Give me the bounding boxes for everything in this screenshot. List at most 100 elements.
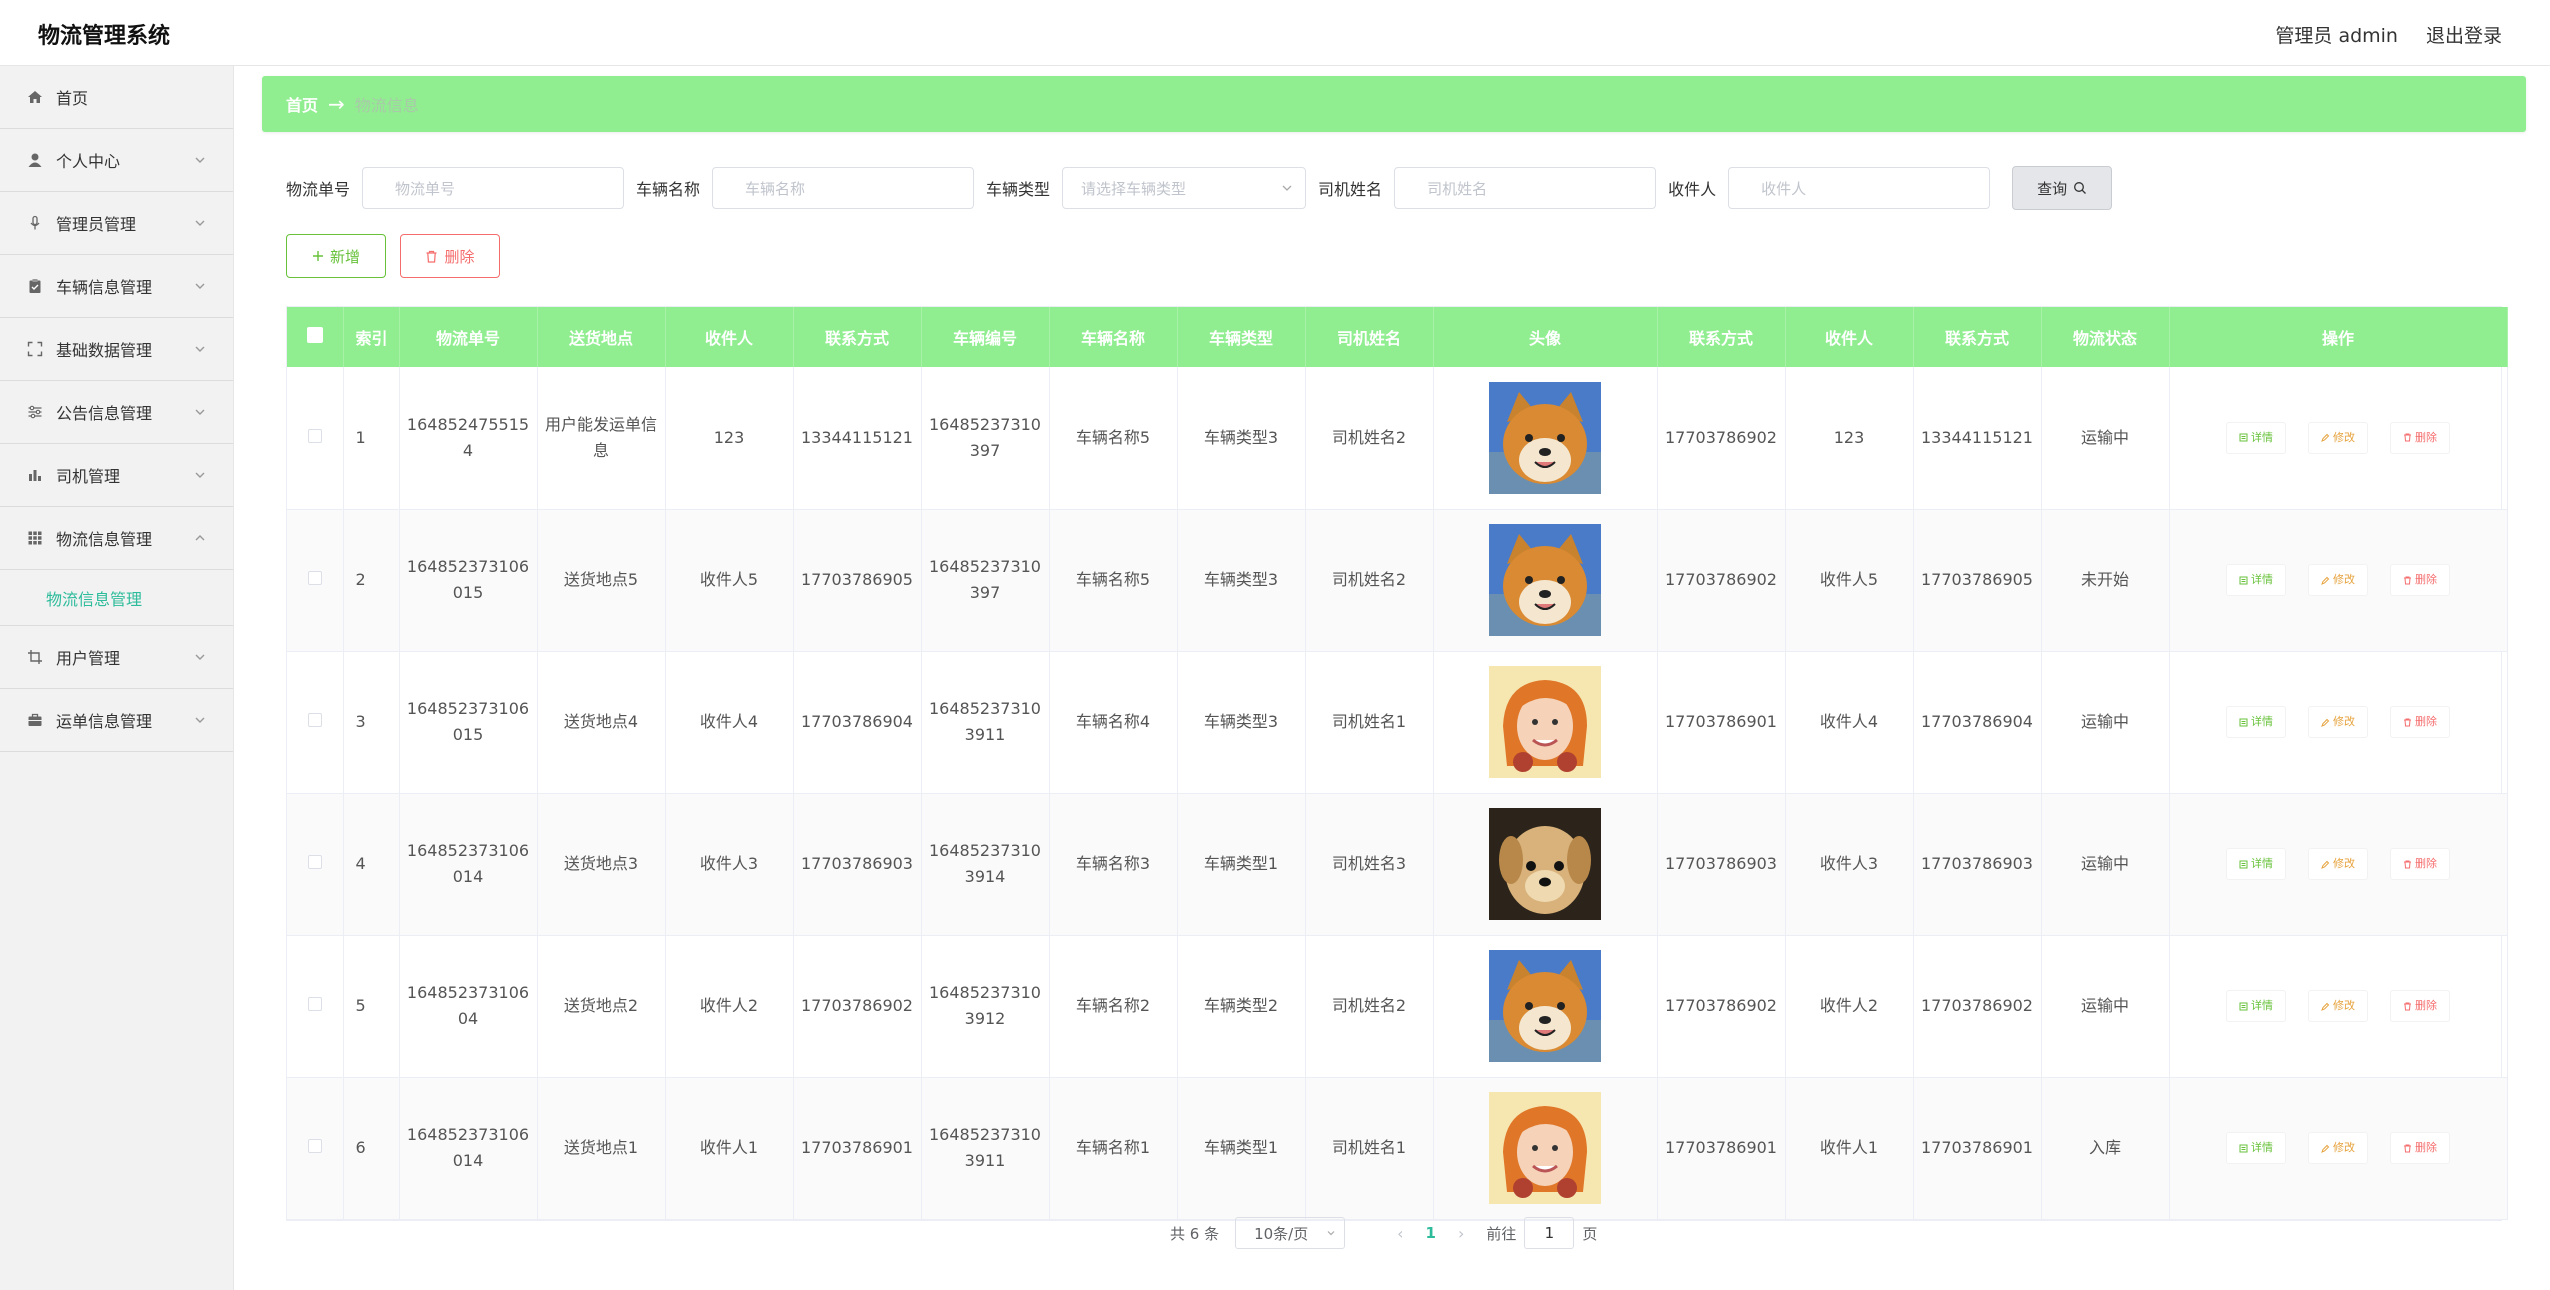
sidebar-item-basic-data[interactable]: 基础数据管理 — [0, 318, 233, 381]
avatar-cell — [1433, 651, 1658, 794]
remove-label: 删除 — [2415, 430, 2437, 444]
receiver-input[interactable]: 收件人 — [1728, 167, 1991, 209]
delete-button-label: 删除 — [444, 247, 475, 266]
edit-button[interactable]: 修改 — [2308, 848, 2368, 880]
vehicle-name-input[interactable]: 车辆名称 — [712, 167, 975, 209]
edit-icon — [2321, 434, 2330, 443]
row-index: 2 — [343, 509, 400, 652]
sidebar-item-waybill-management[interactable]: 运单信息管理 — [0, 689, 233, 752]
sidebar-item-label: 物流信息管理 — [56, 530, 153, 549]
breadcrumb-home[interactable]: 首页 — [286, 92, 318, 116]
chevron-down-icon — [195, 717, 205, 723]
column-header[interactable]: 物流单号 — [399, 307, 538, 367]
next-page-button[interactable]: › — [1458, 1224, 1464, 1243]
detail-button[interactable]: 详情 — [2226, 1132, 2286, 1164]
current-page[interactable]: 1 — [1426, 1224, 1436, 1242]
chevron-down-icon — [195, 220, 205, 226]
avatar-cell — [1433, 793, 1658, 936]
select-all-checkbox[interactable] — [306, 327, 323, 343]
column-header[interactable]: 物流状态 — [2041, 307, 2170, 367]
edit-button[interactable]: 修改 — [2308, 1132, 2368, 1164]
row-checkbox[interactable] — [307, 571, 322, 585]
vehicle-name-label: 车辆名称 — [636, 180, 701, 199]
vehicle-no-cell: 164852373103911 — [921, 651, 1050, 794]
edit-button[interactable]: 修改 — [2308, 564, 2368, 596]
column-header[interactable]: 联系方式 — [793, 307, 922, 367]
trash-icon — [2404, 718, 2411, 726]
vehicle-name-cell: 车辆名称3 — [1049, 793, 1178, 936]
driver-name-input[interactable]: 司机姓名 — [1394, 167, 1657, 209]
column-header[interactable]: 司机姓名 — [1305, 307, 1434, 367]
column-header[interactable]: 送货地点 — [537, 307, 666, 367]
column-header[interactable]: 联系方式 — [1913, 307, 2042, 367]
remove-button[interactable]: 删除 — [2390, 564, 2450, 596]
edit-icon — [2321, 1002, 2330, 1011]
chevron-down-icon — [195, 409, 205, 415]
receiver-cell: 收件人5 — [1785, 509, 1914, 652]
column-header[interactable]: 联系方式 — [1657, 307, 1786, 367]
query-button[interactable]: 查询 — [2012, 166, 2113, 210]
goto-page-input[interactable]: 1 — [1524, 1217, 1575, 1249]
detail-button[interactable]: 详情 — [2226, 848, 2286, 880]
sidebar-item-user-management[interactable]: 用户管理 — [0, 626, 233, 689]
sidebar-subitem-logistics-info[interactable]: 物流信息管理 — [0, 570, 233, 626]
remove-button[interactable]: 删除 — [2390, 706, 2450, 738]
receiver-cell: 收件人2 — [665, 935, 794, 1078]
prev-page-button[interactable]: ‹ — [1397, 1224, 1403, 1243]
admin-user-label[interactable]: 管理员 admin — [2275, 21, 2398, 48]
row-index: 6 — [343, 1077, 400, 1220]
breadcrumb-current: 物流信息 — [354, 96, 419, 115]
operations-cell: 详情 修改 删除 — [2169, 793, 2508, 936]
order-no-cell: 164852373106014 — [399, 793, 538, 936]
sidebar-item-driver-management[interactable]: 司机管理 — [0, 444, 233, 507]
sidebar-item-notice-management[interactable]: 公告信息管理 — [0, 381, 233, 444]
row-checkbox[interactable] — [307, 1139, 322, 1153]
vehicle-type-select[interactable]: 请选择车辆类型 — [1062, 167, 1307, 209]
detail-button[interactable]: 详情 — [2226, 421, 2286, 454]
phone-cell: 17703786903 — [793, 793, 922, 936]
document-icon — [2239, 860, 2248, 868]
logout-link[interactable]: 退出登录 — [2426, 21, 2502, 48]
row-checkbox[interactable] — [307, 997, 322, 1011]
trash-icon — [2404, 576, 2411, 584]
document-icon — [2239, 1144, 2248, 1152]
row-checkbox[interactable] — [307, 855, 322, 869]
column-header[interactable]: 车辆名称 — [1049, 307, 1178, 367]
column-header[interactable]: 收件人 — [665, 307, 794, 367]
row-select-cell — [287, 1077, 344, 1220]
receiver-cell: 123 — [665, 367, 794, 510]
add-button[interactable]: 新增 — [286, 234, 386, 278]
detail-button[interactable]: 详情 — [2226, 706, 2286, 738]
remove-button[interactable]: 删除 — [2390, 1132, 2450, 1164]
sidebar-item-home[interactable]: 首页 — [0, 66, 233, 129]
column-header[interactable]: 头像 — [1433, 307, 1658, 367]
sidebar-item-label: 运单信息管理 — [56, 712, 153, 731]
edit-button[interactable]: 修改 — [2308, 990, 2368, 1022]
sidebar-item-vehicle-management[interactable]: 车辆信息管理 — [0, 255, 233, 318]
remove-button[interactable]: 删除 — [2390, 421, 2450, 454]
sidebar-item-admin-management[interactable]: 管理员管理 — [0, 192, 233, 255]
sidebar-item-personal-center[interactable]: 个人中心 — [0, 129, 233, 192]
operations-cell: 详情 修改 删除 — [2169, 367, 2508, 510]
sidebar-item-logistics-management[interactable]: 物流信息管理 — [0, 507, 233, 570]
column-header[interactable]: 收件人 — [1785, 307, 1914, 367]
remove-button[interactable]: 删除 — [2390, 990, 2450, 1022]
row-checkbox[interactable] — [307, 428, 322, 443]
detail-button[interactable]: 详情 — [2226, 564, 2286, 596]
edit-button[interactable]: 修改 — [2308, 706, 2368, 738]
vehicle-name-cell: 车辆名称5 — [1049, 509, 1178, 652]
detail-button[interactable]: 详情 — [2226, 990, 2286, 1022]
column-header[interactable]: 车辆类型 — [1177, 307, 1306, 367]
row-select-cell — [287, 651, 344, 794]
column-header[interactable]: 车辆编号 — [921, 307, 1050, 367]
document-icon — [2239, 433, 2248, 442]
row-checkbox[interactable] — [307, 713, 322, 727]
edit-button[interactable]: 修改 — [2308, 421, 2368, 454]
page-size-select[interactable]: 10条/页 — [1235, 1217, 1346, 1249]
remove-button[interactable]: 删除 — [2390, 848, 2450, 880]
vehicle-no-cell: 164852373103911 — [921, 1077, 1050, 1220]
row-index: 1 — [343, 367, 400, 510]
delete-button[interactable]: 删除 — [400, 234, 500, 278]
order-no-input[interactable]: 物流单号 — [362, 167, 625, 209]
edit-label: 修改 — [2333, 999, 2355, 1012]
